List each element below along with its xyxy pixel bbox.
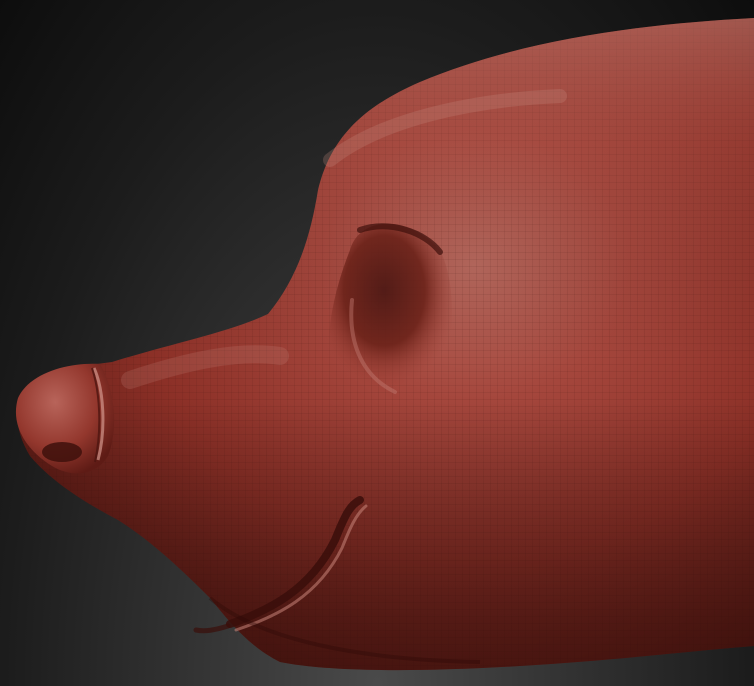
sculpt-viewport[interactable] (0, 0, 754, 686)
nose (15, 363, 115, 474)
sculpt-render (15, 18, 754, 671)
nostril (42, 442, 82, 462)
